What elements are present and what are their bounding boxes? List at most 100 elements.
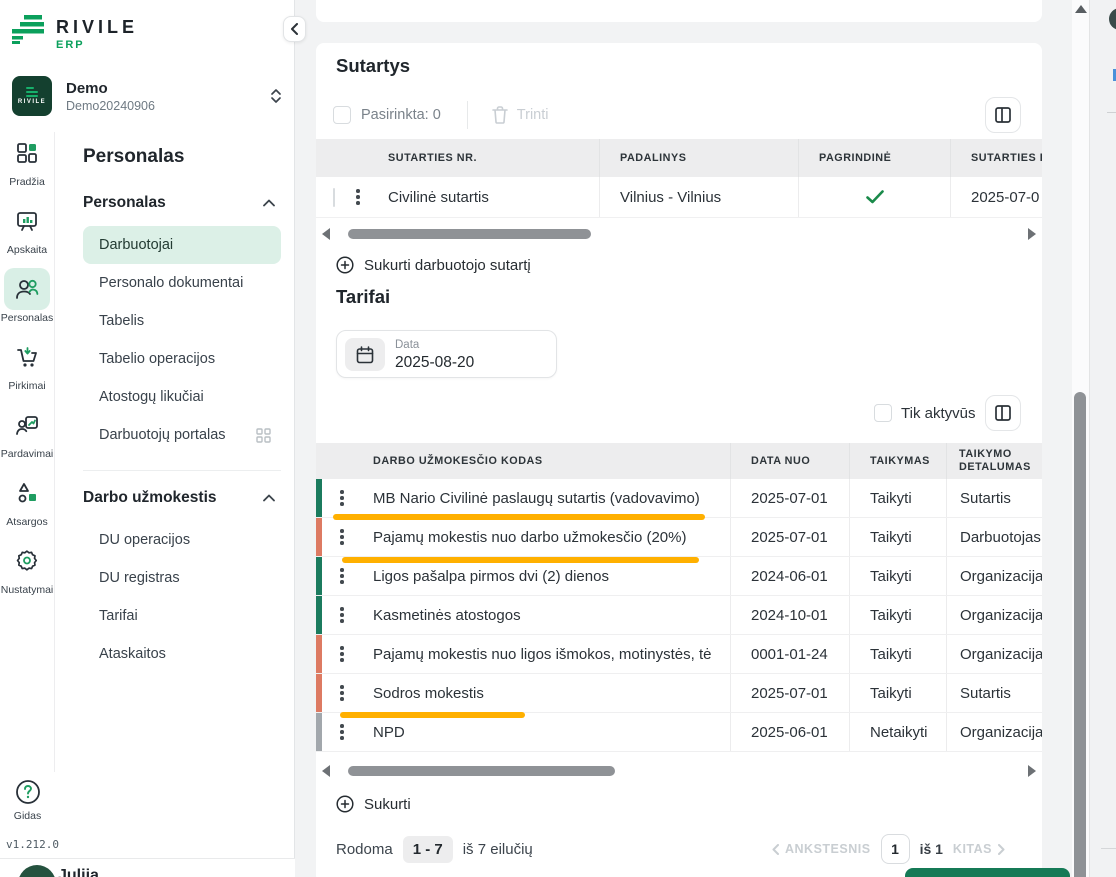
rail-item-nustatymai[interactable]: Nustatymai — [0, 540, 55, 608]
annotation-underline — [333, 514, 705, 520]
table-row[interactable]: Kasmetinės atostogos 2024-10-01 Taikyti … — [316, 596, 1042, 635]
tariff-detail: Organizacija — [946, 557, 1042, 595]
scroll-right-icon[interactable] — [1028, 765, 1036, 777]
menu-item-atostogu-likuciai[interactable]: Atostogų likučiai — [83, 378, 281, 416]
rail-item-apskaita[interactable]: Apskaita — [0, 200, 55, 268]
tariff-date-from: 2024-10-01 — [730, 596, 849, 634]
tariffs-hscrollbar[interactable] — [322, 764, 1036, 778]
tariff-date-from: 2025-07-01 — [730, 479, 849, 517]
row-checkbox[interactable] — [333, 188, 335, 207]
current-page-input[interactable]: 1 — [881, 834, 910, 864]
menu-item-du-operacijos[interactable]: DU operacijos — [83, 521, 281, 559]
contracts-title: Sutartys — [336, 55, 410, 77]
plus-circle-icon — [336, 795, 354, 813]
rail-label: Pirkimai — [8, 380, 45, 392]
scroll-left-icon[interactable] — [322, 765, 330, 777]
select-all-checkbox[interactable] — [333, 106, 351, 124]
menu-item-tabelis[interactable]: Tabelis — [83, 302, 281, 340]
only-active-filter[interactable]: Tik aktyvūs — [874, 404, 975, 422]
only-active-checkbox[interactable] — [874, 404, 892, 422]
sidebar-collapse-button[interactable] — [283, 16, 306, 42]
rail-item-atsargos[interactable]: Atsargos — [0, 472, 55, 540]
chevron-left-icon — [772, 844, 779, 855]
rows-range-badge: 1 - 7 — [403, 836, 453, 863]
tariff-date-from: 2025-06-01 — [730, 713, 849, 751]
date-filter-field[interactable]: Data 2025-08-20 — [336, 330, 557, 378]
table-row[interactable]: Sodros mokestis 2025-07-01 Taikyti Sutar… — [316, 674, 1042, 713]
column-header[interactable]: PAGRINDINĖ — [798, 139, 950, 177]
table-row[interactable]: Pajamų mokestis nuo ligos išmokos, motin… — [316, 635, 1042, 674]
module-menu: Personalas Personalas Darbuotojai Person… — [55, 0, 295, 858]
scroll-left-icon[interactable] — [322, 228, 330, 240]
row-menu-icon[interactable] — [340, 646, 344, 662]
column-header[interactable]: PADALINYS — [599, 139, 798, 177]
row-menu-icon[interactable] — [340, 529, 344, 545]
column-header[interactable]: SUTARTIES NR. — [316, 139, 599, 177]
save-button-partial[interactable] — [905, 868, 1070, 877]
create-contract-link[interactable]: Sukurti darbuotojo sutartį — [336, 256, 531, 274]
row-menu-icon[interactable] — [340, 685, 344, 701]
tariff-code: Pajamų mokestis nuo darbo užmokesčio (20… — [373, 529, 730, 546]
tariff-detail: Organizacija — [946, 596, 1042, 634]
vscroll-thumb[interactable] — [1074, 392, 1086, 877]
row-menu-icon[interactable] — [340, 607, 344, 623]
menu-item-tabelio-operacijos[interactable]: Tabelio operacijos — [83, 340, 281, 378]
rail-item-pirkimai[interactable]: Pirkimai — [0, 336, 55, 404]
prev-page-button[interactable]: ANKSTESNIS — [772, 842, 871, 856]
column-header[interactable]: DATA NUO — [730, 443, 849, 479]
app-window: RIVILE ERP RIVILE Demo Demo20240906 — [0, 0, 1116, 877]
hscroll-thumb[interactable] — [348, 766, 615, 776]
hscroll-thumb[interactable] — [348, 229, 591, 239]
dashboard-icon — [15, 141, 39, 165]
table-row[interactable]: Pajamų mokestis nuo darbo užmokesčio (20… — [316, 518, 1042, 557]
column-header[interactable]: TAIKYMO DETALUMAS — [946, 443, 1042, 479]
menu-item-ataskaitos[interactable]: Ataskaitos — [83, 635, 281, 673]
menu-item-darbuotojai[interactable]: Darbuotojai — [83, 226, 281, 264]
menu-section-darbo-uzmokestis[interactable]: Darbo užmokestis — [83, 489, 281, 507]
scroll-right-icon[interactable] — [1028, 228, 1036, 240]
next-page-button[interactable]: KITAS — [953, 842, 1005, 856]
table-row[interactable]: Civilinė sutartis Vilnius - Vilnius 2025… — [316, 177, 1042, 218]
table-row[interactable]: NPD 2025-06-01 Netaikyti Organizacija — [316, 713, 1042, 752]
contracts-hscrollbar[interactable] — [322, 227, 1036, 241]
rail-item-pradzia[interactable]: Pradžia — [0, 132, 55, 200]
contract-date: 2025-07-0 — [950, 177, 1042, 217]
page-count: iš 1 — [920, 841, 943, 857]
contracts-columns-button[interactable] — [985, 97, 1021, 133]
row-menu-icon[interactable] — [340, 490, 344, 506]
user-bar[interactable]: Julija — [0, 858, 295, 877]
rail-item-pardavimai[interactable]: Pardavimai — [0, 404, 55, 472]
delete-label[interactable]: Trinti — [517, 107, 549, 123]
rail-label: Pardavimai — [1, 448, 54, 460]
plus-circle-icon — [336, 256, 354, 274]
column-header[interactable]: SUTARTIES DATA — [950, 139, 1042, 177]
chevron-left-icon — [290, 23, 299, 35]
rail-label: Personalas — [1, 312, 54, 324]
menu-item-darbuotoju-portalas[interactable]: Darbuotojų portalas — [83, 416, 281, 454]
row-menu-icon[interactable] — [340, 724, 344, 740]
rail-item-personalas[interactable]: Personalas — [0, 268, 55, 336]
column-header[interactable]: DARBO UŽMOKESČIO KODAS — [316, 443, 730, 479]
menu-item-label: Darbuotojų portalas — [99, 427, 226, 443]
tariffs-columns-button[interactable] — [985, 395, 1021, 431]
column-header[interactable]: TAIKYMAS — [849, 443, 946, 479]
menu-section-personalas[interactable]: Personalas — [83, 194, 281, 212]
menu-item-personalo-dokumentai[interactable]: Personalo dokumentai — [83, 264, 281, 302]
row-menu-icon[interactable] — [340, 568, 344, 584]
create-tariff-link[interactable]: Sukurti — [336, 795, 411, 813]
table-row[interactable]: Ligos pašalpa pirmos dvi (2) dienos 2024… — [316, 557, 1042, 596]
menu-item-tarifai[interactable]: Tarifai — [83, 597, 281, 635]
date-filter-label: Data — [395, 339, 419, 351]
row-status-strip — [316, 713, 322, 751]
menu-item-du-registras[interactable]: DU registras — [83, 559, 281, 597]
vertical-scrollbar[interactable] — [1072, 0, 1089, 877]
rail-item-gidas[interactable]: Gidas — [0, 776, 55, 836]
table-row[interactable]: MB Nario Civilinė paslaugų sutartis (vad… — [316, 479, 1042, 518]
annotation-underline — [340, 712, 525, 718]
rail-label: Nustatymai — [1, 584, 54, 596]
create-tariff-label: Sukurti — [364, 796, 411, 813]
scroll-up-icon[interactable] — [1075, 5, 1087, 13]
trash-icon[interactable] — [492, 106, 508, 124]
chevron-right-icon — [998, 844, 1005, 855]
row-menu-icon[interactable] — [356, 189, 360, 205]
